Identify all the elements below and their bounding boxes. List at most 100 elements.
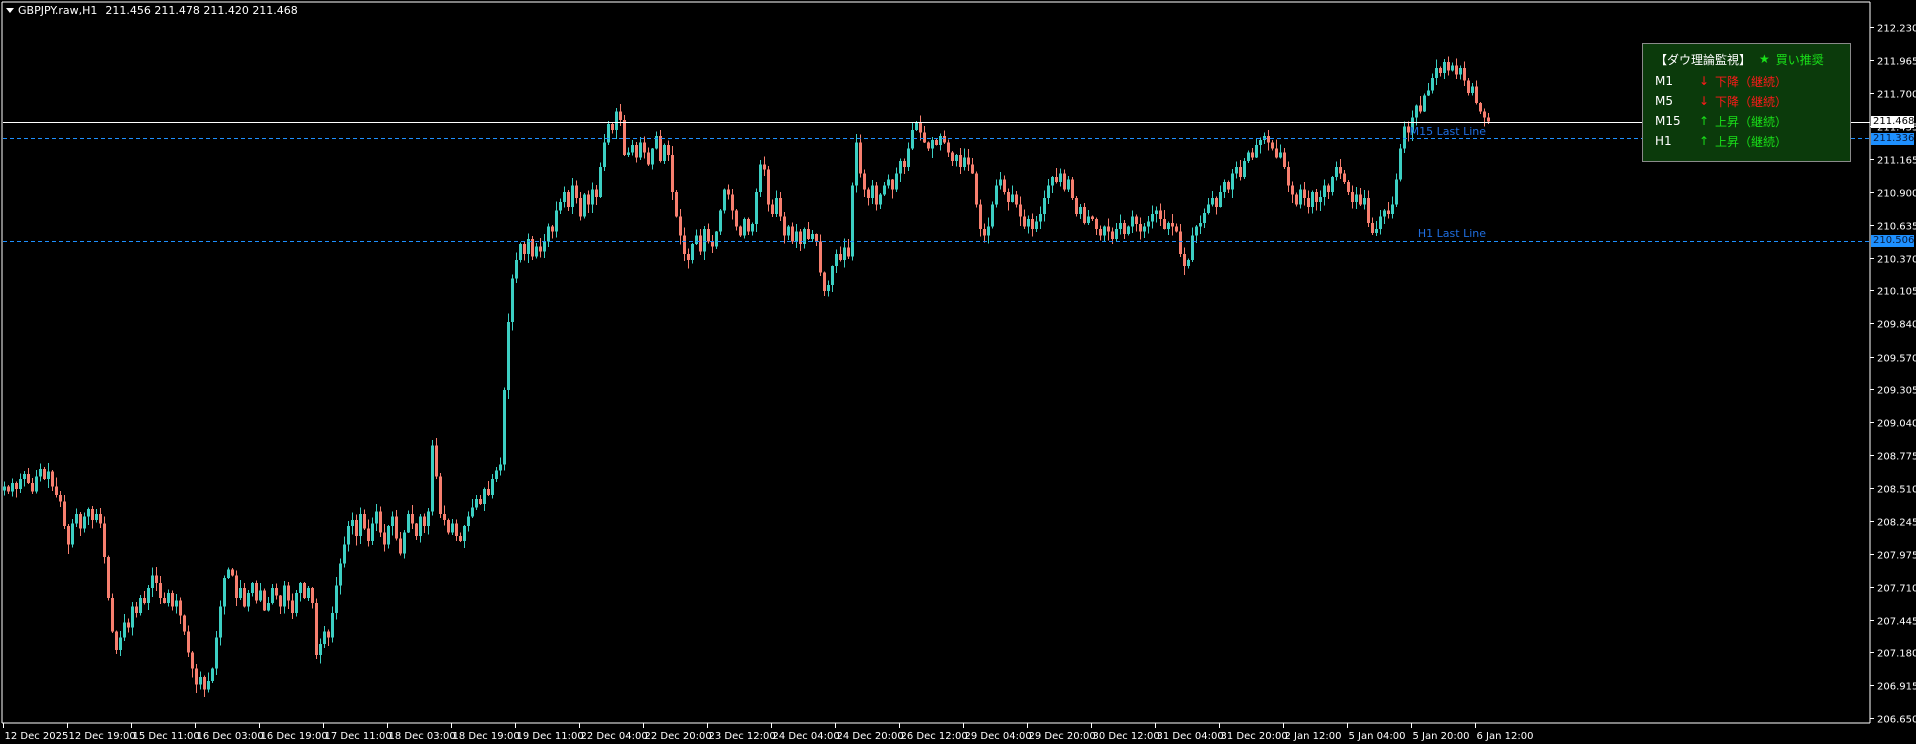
candle-body <box>315 602 318 655</box>
candle-body <box>503 389 506 465</box>
candle-body <box>1291 185 1294 195</box>
candle-body <box>371 523 374 542</box>
price-axis[interactable]: 212.230211.965211.700211.435211.165210.9… <box>1870 24 1916 726</box>
candle <box>127 618 130 633</box>
m15-price-tag: 211.336 <box>1871 132 1915 145</box>
candle-body <box>1163 219 1166 230</box>
candle <box>607 121 610 146</box>
dropdown-triangle-icon[interactable] <box>6 8 14 13</box>
candle <box>519 242 522 263</box>
candle-body <box>539 246 542 252</box>
candle-body <box>535 246 538 257</box>
candle-body <box>403 532 406 554</box>
candle-body <box>1275 148 1278 158</box>
candle-body <box>95 513 98 520</box>
candle <box>403 530 406 559</box>
candle <box>927 141 930 151</box>
candle-body <box>111 597 114 632</box>
candle <box>299 581 302 602</box>
candle <box>875 182 878 211</box>
candle-body <box>223 578 226 607</box>
candle <box>267 596 270 612</box>
candle-body <box>899 160 902 174</box>
candle <box>1247 150 1250 164</box>
candle-body <box>3 486 6 491</box>
candle <box>375 504 378 532</box>
candle-body <box>295 593 298 613</box>
panel-row-m15: M15 ↑ 上昇（継続） <box>1655 113 1787 129</box>
candle <box>1303 181 1306 206</box>
candle-body <box>1199 222 1202 227</box>
candle <box>1423 93 1426 113</box>
candle-body <box>127 622 130 628</box>
candle <box>207 672 210 693</box>
candle <box>1015 191 1018 208</box>
candle-body <box>123 622 126 638</box>
price-tick-label: 210.900 <box>1877 189 1916 200</box>
candle-body <box>27 474 30 483</box>
candle-body <box>1007 191 1010 202</box>
candle <box>427 508 430 535</box>
candle-body <box>379 511 382 533</box>
candle-body <box>1423 95 1426 112</box>
candle <box>639 136 642 160</box>
candle <box>827 280 830 297</box>
candle-body <box>587 194 590 205</box>
candle <box>891 178 894 199</box>
candle-body <box>819 241 822 273</box>
candle-body <box>643 142 646 153</box>
candle <box>1459 65 1462 80</box>
candle-body <box>1419 105 1422 112</box>
candle <box>307 585 310 602</box>
candle-body <box>1035 221 1038 230</box>
candle-body <box>319 643 322 655</box>
candle-body <box>1235 167 1238 174</box>
candle <box>1327 183 1330 200</box>
candle <box>215 630 218 676</box>
candle <box>51 470 54 492</box>
candle <box>311 587 314 609</box>
candle-body <box>163 597 166 603</box>
candle-body <box>651 148 654 165</box>
time-tick-label: 31 Dec 04:00 <box>1157 731 1224 742</box>
candle <box>947 139 950 158</box>
time-tick-label: 30 Dec 12:00 <box>1093 731 1160 742</box>
candle <box>487 481 490 497</box>
candle-body <box>907 148 910 168</box>
price-tick-label: 211.965 <box>1877 57 1916 68</box>
candle <box>735 209 738 231</box>
candle <box>355 514 358 546</box>
candle <box>987 217 990 244</box>
candle <box>963 148 966 171</box>
price-chart[interactable]: 212.230211.965211.700211.435211.165210.9… <box>0 0 1916 744</box>
symbol-timeframe: GBPJPY.raw,H1 <box>18 4 98 17</box>
candle <box>271 583 274 605</box>
h1-last-line-label: H1 Last Line <box>1417 226 1486 240</box>
candle <box>1351 185 1354 209</box>
candle-body <box>703 229 706 252</box>
candle <box>1107 218 1110 241</box>
candle <box>203 675 206 698</box>
candle <box>479 494 482 505</box>
candle <box>955 153 958 167</box>
candle-body <box>987 226 990 236</box>
candle <box>1255 139 1258 158</box>
candle-body <box>75 513 78 524</box>
candle <box>1471 82 1474 96</box>
candle-body <box>559 201 562 211</box>
candle <box>1439 66 1442 77</box>
candle-body <box>1379 216 1382 230</box>
price-tick-label: 207.975 <box>1877 551 1916 562</box>
candle <box>1003 175 1006 195</box>
candle-body <box>407 513 410 533</box>
candle-body <box>631 144 634 153</box>
candle-body <box>1467 80 1470 93</box>
candle-body <box>1095 219 1098 230</box>
time-axis[interactable]: 12 Dec 2025 12 Dec 19:0015 Dec 11:0016 De… <box>3 723 1534 742</box>
candle <box>1283 148 1286 169</box>
candle <box>1427 82 1430 97</box>
price-tick-label: 210.105 <box>1877 287 1916 298</box>
candle <box>483 487 486 511</box>
candle <box>79 511 82 536</box>
candle-body <box>355 519 358 537</box>
